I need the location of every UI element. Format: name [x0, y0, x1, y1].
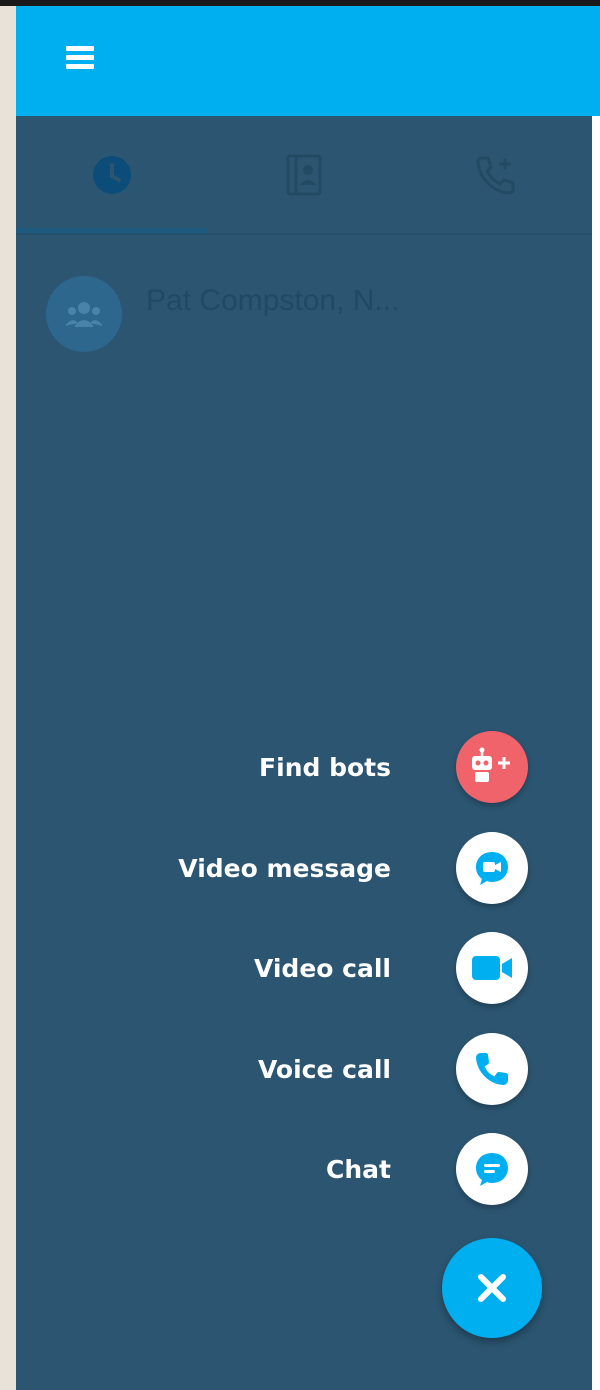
recent-clock-icon	[93, 156, 131, 194]
close-menu-button[interactable]	[442, 1238, 542, 1338]
video-message-label[interactable]: Video message	[71, 854, 391, 883]
hamburger-menu-icon[interactable]	[66, 46, 96, 74]
video-message-icon	[476, 852, 508, 885]
find-bots-button[interactable]	[456, 731, 528, 803]
chat-bubble-icon	[476, 1153, 508, 1186]
video-call-button[interactable]	[456, 932, 528, 1004]
panel-edge	[592, 116, 600, 1390]
tab-contacts[interactable]	[208, 116, 400, 234]
tab-bar	[16, 116, 592, 235]
chat-button[interactable]	[456, 1133, 528, 1205]
tabs-divider	[16, 233, 592, 235]
recent-conversation-item[interactable]: Pat Compston, N...	[46, 276, 566, 356]
voice-call-button[interactable]	[456, 1033, 528, 1105]
app-header	[16, 6, 600, 116]
app-window: Pat Compston, N... Find bots Video messa…	[16, 6, 600, 1390]
video-camera-icon	[472, 956, 512, 980]
call-add-icon	[476, 156, 515, 195]
conversation-name: Pat Compston, N...	[146, 284, 400, 317]
tab-calls[interactable]	[400, 116, 592, 234]
tab-recent[interactable]	[16, 116, 208, 234]
voice-call-label[interactable]: Voice call	[71, 1055, 391, 1084]
avatar	[46, 276, 122, 352]
group-people-icon	[65, 302, 103, 327]
video-message-button[interactable]	[456, 832, 528, 904]
find-bots-label[interactable]: Find bots	[71, 753, 391, 782]
phone-icon	[476, 1053, 508, 1085]
close-icon	[478, 1274, 506, 1302]
video-call-label[interactable]: Video call	[71, 954, 391, 983]
contacts-book-icon	[286, 154, 322, 196]
chat-label[interactable]: Chat	[71, 1155, 391, 1184]
robot-add-icon	[472, 747, 510, 782]
